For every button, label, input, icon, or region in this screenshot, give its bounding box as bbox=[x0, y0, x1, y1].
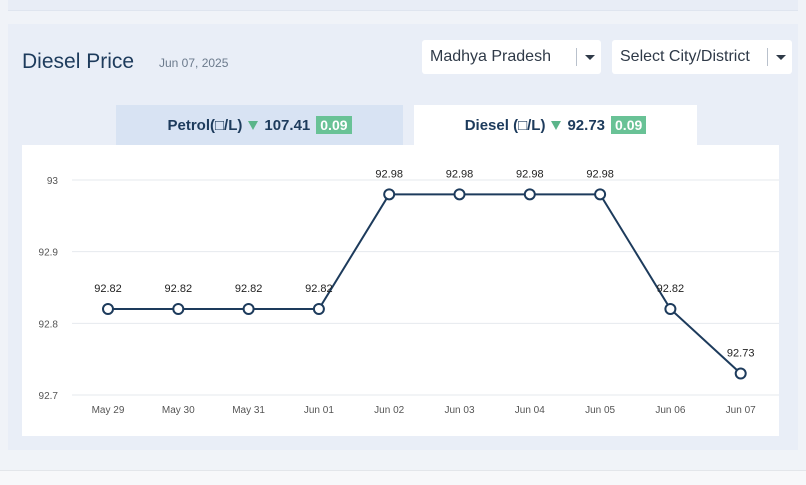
data-label: 92.82 bbox=[94, 283, 122, 295]
previous-section-strip bbox=[8, 0, 798, 11]
tab-petrol-label: Petrol(□/L) bbox=[167, 116, 243, 134]
price-date: Jun 07, 2025 bbox=[159, 56, 229, 70]
data-label: 92.98 bbox=[586, 168, 614, 180]
state-select[interactable]: Madhya Pradesh bbox=[422, 40, 601, 74]
y-tick-label: 92.9 bbox=[39, 248, 59, 259]
data-label: 92.82 bbox=[165, 283, 193, 295]
y-tick-label: 93 bbox=[47, 176, 59, 187]
data-point bbox=[453, 188, 466, 201]
tab-diesel-value: 92.73 bbox=[567, 116, 606, 134]
tab-petrol[interactable]: Petrol(□/L) 107.41 0.09 bbox=[116, 105, 403, 145]
data-label: 92.98 bbox=[516, 168, 544, 180]
data-label: 92.82 bbox=[657, 283, 685, 295]
x-tick-label: Jun 05 bbox=[585, 405, 615, 416]
data-point bbox=[594, 188, 607, 201]
data-point bbox=[523, 188, 536, 201]
city-select[interactable]: Select City/District bbox=[612, 40, 792, 74]
data-label: 92.82 bbox=[235, 283, 263, 295]
data-label: 92.73 bbox=[727, 348, 755, 360]
x-tick-label: Jun 03 bbox=[444, 405, 474, 416]
data-point bbox=[242, 303, 255, 315]
y-tick-label: 92.8 bbox=[39, 319, 59, 330]
price-card: Diesel Price Jun 07, 2025 Madhya Pradesh… bbox=[8, 24, 798, 450]
x-tick-label: Jun 06 bbox=[655, 405, 685, 416]
series-line bbox=[108, 193, 742, 375]
x-tick-label: Jun 04 bbox=[515, 405, 545, 416]
data-point bbox=[312, 303, 325, 315]
data-point bbox=[734, 367, 747, 380]
tab-diesel[interactable]: Diesel (□/L) 92.73 0.09 bbox=[414, 105, 697, 145]
state-select-divider bbox=[576, 48, 577, 66]
state-select-value: Madhya Pradesh bbox=[430, 48, 551, 65]
line-chart: 92.7 92.8 92.9 93 May 29 May 30 May 31 Jun 01 Ju… bbox=[39, 168, 779, 416]
tab-diesel-label: Diesel (□/L) bbox=[464, 116, 546, 134]
data-point bbox=[172, 303, 185, 315]
page-title: Diesel Price bbox=[22, 50, 135, 73]
tab-petrol-value: 107.41 bbox=[264, 116, 311, 134]
x-tick-label: May 30 bbox=[162, 405, 195, 416]
x-tick-label: Jun 01 bbox=[304, 405, 334, 416]
chevron-down-icon[interactable] bbox=[776, 55, 786, 60]
down-arrow-icon bbox=[551, 120, 562, 130]
data-label: 92.82 bbox=[305, 283, 333, 295]
data-point bbox=[383, 188, 396, 201]
data-point bbox=[102, 303, 114, 315]
x-tick-label: May 31 bbox=[232, 405, 265, 416]
next-section-strip bbox=[0, 470, 806, 485]
tab-diesel-change-badge: 0.09 bbox=[611, 116, 647, 134]
data-point bbox=[664, 303, 677, 315]
down-arrow-icon bbox=[248, 120, 259, 130]
x-tick-label: May 29 bbox=[92, 405, 125, 416]
city-select-value: Select City/District bbox=[620, 48, 750, 65]
city-select-divider bbox=[767, 48, 768, 66]
tab-petrol-change-badge: 0.09 bbox=[316, 116, 352, 134]
data-label: 92.98 bbox=[375, 168, 403, 180]
data-label: 92.98 bbox=[446, 168, 474, 180]
y-tick-label: 92.7 bbox=[39, 391, 59, 402]
chart-panel: 92.7 92.8 92.9 93 May 29 May 30 May 31 Jun 01 Ju… bbox=[22, 145, 779, 436]
x-tick-label: Jun 07 bbox=[726, 405, 756, 416]
chevron-down-icon[interactable] bbox=[585, 55, 595, 60]
x-tick-label: Jun 02 bbox=[374, 405, 404, 416]
